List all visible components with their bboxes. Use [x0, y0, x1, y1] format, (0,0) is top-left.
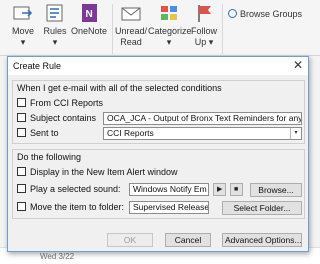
ribbon: Move ▾ Rules ▾ N OneNote Unread/ Read Ca…: [0, 0, 320, 56]
categorize-label: Categorize: [148, 26, 192, 36]
categorize-button[interactable]: Categorize ▾: [148, 2, 192, 48]
ribbon-separator: [222, 4, 223, 54]
svg-text:N: N: [86, 9, 93, 20]
move-icon: [12, 2, 34, 24]
stop-icon: ■: [234, 186, 239, 193]
folder-input[interactable]: Supervised Release: [129, 201, 209, 214]
chevron-down-icon[interactable]: ▾: [290, 128, 301, 139]
rules-icon: [44, 2, 66, 24]
subject-label: Subject contains: [30, 113, 97, 123]
sound-file-input[interactable]: Windows Notify Em: [129, 183, 209, 196]
subject-input[interactable]: OCA_JCA - Output of Bronx Text Reminders…: [103, 112, 302, 125]
envelope-icon: [120, 2, 142, 24]
unread-read-button[interactable]: Unread/ Read: [115, 2, 147, 48]
dialog-title: Create Rule: [13, 61, 62, 71]
chevron-down-icon: ▾: [208, 37, 214, 47]
unread-label: Unread/: [115, 26, 148, 36]
play-icon: ▶: [217, 186, 223, 193]
sent-to-value: CCI Reports: [107, 128, 154, 138]
onenote-label: OneNote: [70, 26, 108, 36]
play-sound-checkbox[interactable]: [17, 184, 26, 193]
mail-date: Wed 3/22: [40, 252, 75, 261]
dialog-title-bar: Create Rule ✕: [8, 57, 308, 75]
read-label: Read: [120, 37, 142, 47]
rules-button[interactable]: Rules ▾: [42, 2, 68, 48]
from-checkbox[interactable]: [17, 98, 26, 107]
move-to-folder-label: Move the item to folder:: [30, 202, 125, 212]
chevron-down-icon: ▾: [166, 37, 172, 47]
actions-group: Do the following Display in the New Item…: [12, 149, 305, 219]
from-condition: From CCI Reports: [17, 97, 302, 110]
sent-to-checkbox[interactable]: [17, 128, 26, 137]
play-sound-label: Play a selected sound:: [30, 184, 121, 194]
sent-to-condition: Sent to CCI Reports ▾: [17, 127, 302, 140]
create-rule-dialog: Create Rule ✕ When I get e-mail with all…: [7, 56, 309, 252]
cancel-button[interactable]: Cancel: [165, 233, 211, 247]
onenote-icon: N: [78, 2, 100, 24]
sent-to-label: Sent to: [30, 128, 59, 138]
select-folder-button[interactable]: Select Folder...: [222, 201, 302, 215]
onenote-button[interactable]: N OneNote: [70, 2, 108, 37]
display-alert-action: Display in the New Item Alert window: [17, 166, 302, 179]
browse-button[interactable]: Browse...: [250, 183, 302, 197]
chevron-down-icon: ▾: [52, 37, 58, 47]
up-label: Up: [194, 37, 207, 47]
follow-label: Follow: [190, 26, 217, 36]
conditions-group: When I get e-mail with all of the select…: [12, 80, 305, 144]
browse-groups-button[interactable]: Browse Groups: [228, 9, 302, 19]
stop-sound-button[interactable]: ■: [230, 183, 243, 196]
conditions-heading: When I get e-mail with all of the select…: [17, 83, 222, 93]
browse-groups-icon: [228, 9, 237, 18]
move-button[interactable]: Move ▾: [10, 2, 36, 48]
move-label: Move: [11, 26, 34, 36]
close-icon[interactable]: ✕: [293, 58, 303, 72]
rules-label: Rules: [43, 26, 67, 36]
display-alert-checkbox[interactable]: [17, 167, 26, 176]
advanced-options-button[interactable]: Advanced Options...: [222, 233, 302, 247]
ribbon-separator: [112, 4, 113, 54]
follow-up-button[interactable]: Follow Up ▾: [190, 2, 218, 48]
browse-groups-label: Browse Groups: [240, 9, 303, 19]
chevron-down-icon: ▾: [20, 37, 26, 47]
categorize-icon: [158, 2, 180, 24]
move-to-folder-checkbox[interactable]: [17, 202, 26, 211]
actions-heading: Do the following: [17, 152, 82, 162]
from-label: From CCI Reports: [30, 98, 104, 108]
subject-checkbox[interactable]: [17, 113, 26, 122]
ok-button[interactable]: OK: [107, 233, 153, 247]
move-to-folder-action: Move the item to folder: Supervised Rele…: [17, 201, 302, 215]
display-alert-label: Display in the New Item Alert window: [30, 167, 178, 177]
sent-to-select[interactable]: CCI Reports ▾: [103, 127, 302, 140]
subject-condition: Subject contains OCA_JCA - Output of Bro…: [17, 112, 302, 125]
flag-icon: [193, 2, 215, 24]
play-sound-button[interactable]: ▶: [213, 183, 226, 196]
play-sound-action: Play a selected sound: Windows Notify Em…: [17, 183, 302, 197]
